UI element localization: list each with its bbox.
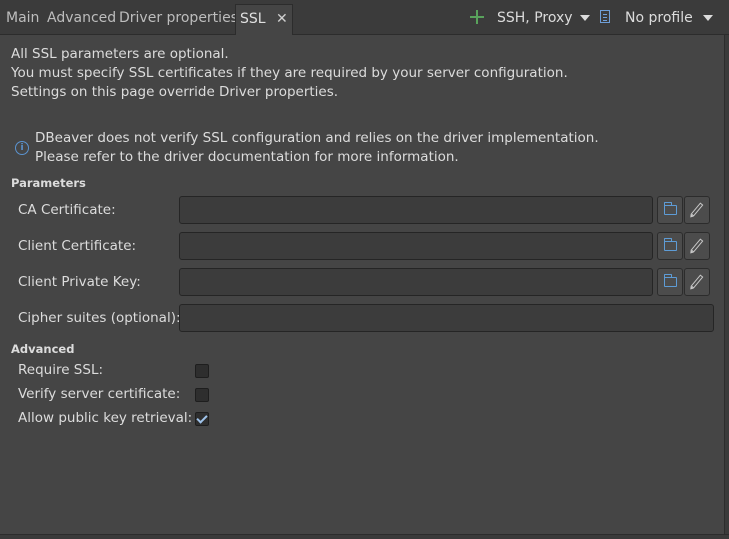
- info-line-2: Please refer to the driver documentation…: [35, 149, 459, 165]
- info-line-1: DBeaver does not verify SSL configuratio…: [35, 130, 599, 146]
- tab-ssl[interactable]: SSL ✕: [235, 4, 293, 35]
- pencil-icon: [690, 202, 704, 217]
- info-icon: i: [15, 141, 29, 155]
- ssl-settings-page: Main Advanced Driver properties SSL ✕ SS…: [0, 0, 729, 539]
- client-private-key-input[interactable]: [179, 268, 653, 296]
- pencil-icon: [690, 238, 704, 253]
- pencil-icon: [690, 274, 704, 289]
- right-frame-border: [724, 35, 729, 539]
- ca-certificate-edit-button[interactable]: [684, 196, 710, 224]
- ssh-proxy-button[interactable]: SSH, Proxy: [497, 4, 573, 32]
- folder-icon: [663, 274, 677, 287]
- require-ssl-label: Require SSL:: [18, 362, 104, 378]
- advanced-section-title: Advanced: [11, 342, 75, 356]
- intro-line-3: Settings on this page override Driver pr…: [11, 84, 339, 100]
- folder-icon: [663, 238, 677, 251]
- profile-document-icon: [600, 10, 610, 23]
- ca-certificate-browse-button[interactable]: [657, 196, 683, 224]
- close-icon[interactable]: ✕: [276, 5, 288, 33]
- chevron-down-icon[interactable]: [580, 15, 590, 21]
- profile-label: No profile: [625, 10, 693, 26]
- parameters-section-title: Parameters: [11, 176, 86, 190]
- tab-main-label: Main: [6, 10, 40, 26]
- bottom-frame-border: [0, 534, 729, 539]
- client-certificate-edit-button[interactable]: [684, 232, 710, 260]
- profile-selector[interactable]: No profile: [625, 4, 693, 32]
- client-certificate-label: Client Certificate:: [18, 238, 137, 254]
- ca-certificate-label: CA Certificate:: [18, 202, 116, 218]
- allow-public-key-retrieval-label: Allow public key retrieval:: [18, 410, 193, 426]
- client-private-key-browse-button[interactable]: [657, 268, 683, 296]
- tab-driver-properties-label: Driver properties: [119, 10, 238, 26]
- folder-icon: [663, 202, 677, 215]
- allow-public-key-retrieval-checkbox[interactable]: [195, 412, 209, 426]
- verify-server-certificate-label: Verify server certificate:: [18, 386, 181, 402]
- intro-line-2: You must specify SSL certificates if the…: [11, 65, 568, 81]
- tab-ssl-label: SSL: [240, 11, 266, 27]
- client-private-key-edit-button[interactable]: [684, 268, 710, 296]
- tab-main[interactable]: Main: [6, 4, 39, 34]
- chevron-down-icon[interactable]: [703, 15, 713, 21]
- plus-icon[interactable]: [470, 10, 484, 24]
- client-certificate-browse-button[interactable]: [657, 232, 683, 260]
- ca-certificate-input[interactable]: [179, 196, 653, 224]
- tab-advanced[interactable]: Advanced: [47, 4, 116, 34]
- intro-line-1: All SSL parameters are optional.: [11, 46, 229, 62]
- require-ssl-checkbox[interactable]: [195, 364, 209, 378]
- cipher-suites-label: Cipher suites (optional):: [18, 310, 181, 326]
- tab-advanced-label: Advanced: [47, 10, 117, 26]
- verify-server-certificate-checkbox[interactable]: [195, 388, 209, 402]
- tab-driver-properties[interactable]: Driver properties: [119, 4, 238, 34]
- client-private-key-label: Client Private Key:: [18, 274, 141, 290]
- ssh-proxy-label: SSH, Proxy: [497, 10, 573, 26]
- client-certificate-input[interactable]: [179, 232, 653, 260]
- cipher-suites-input[interactable]: [179, 304, 714, 332]
- tab-bar: Main Advanced Driver properties SSL ✕ SS…: [0, 0, 729, 35]
